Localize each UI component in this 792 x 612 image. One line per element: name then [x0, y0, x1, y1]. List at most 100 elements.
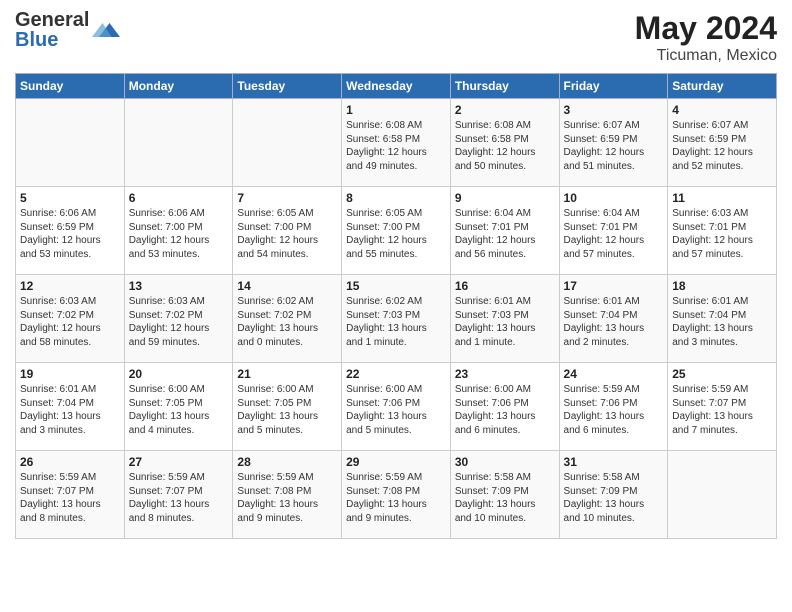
day-number: 28	[237, 455, 337, 469]
calendar-cell: 4 Sunrise: 6:07 AM Sunset: 6:59 PM Daylig…	[668, 99, 777, 187]
day-info: Sunrise: 6:06 AM Sunset: 6:59 PM Dayligh…	[20, 207, 120, 261]
logo-icon	[92, 16, 120, 44]
day-info: Sunrise: 6:02 AM Sunset: 7:03 PM Dayligh…	[346, 295, 446, 349]
calendar-cell: 9 Sunrise: 6:04 AM Sunset: 7:01 PM Daylig…	[450, 187, 559, 275]
day-number: 16	[455, 279, 555, 293]
calendar-cell	[16, 99, 125, 187]
day-info: Sunrise: 5:59 AM Sunset: 7:07 PM Dayligh…	[129, 471, 229, 525]
calendar-cell: 22 Sunrise: 6:00 AM Sunset: 7:06 PM Dayli…	[342, 363, 451, 451]
calendar-cell: 29 Sunrise: 5:59 AM Sunset: 7:08 PM Dayli…	[342, 451, 451, 539]
weekday-header-monday: Monday	[124, 74, 233, 99]
page-header: General Blue May 2024 Ticuman, Mexico	[15, 10, 777, 65]
calendar-cell: 15 Sunrise: 6:02 AM Sunset: 7:03 PM Dayli…	[342, 275, 451, 363]
calendar-cell: 12 Sunrise: 6:03 AM Sunset: 7:02 PM Dayli…	[16, 275, 125, 363]
day-number: 26	[20, 455, 120, 469]
day-number: 7	[237, 191, 337, 205]
day-number: 4	[672, 103, 772, 117]
calendar-week-row: 1Sunrise: 6:08 AM Sunset: 6:58 PM Daylig…	[16, 99, 777, 187]
day-info: Sunrise: 5:59 AM Sunset: 7:08 PM Dayligh…	[346, 471, 446, 525]
month-title: May 2024	[635, 10, 777, 47]
calendar-week-row: 19 Sunrise: 6:01 AM Sunset: 7:04 PM Dayli…	[16, 363, 777, 451]
calendar-cell	[668, 451, 777, 539]
calendar-cell: 25 Sunrise: 5:59 AM Sunset: 7:07 PM Dayli…	[668, 363, 777, 451]
day-number: 31	[564, 455, 664, 469]
day-info: Sunrise: 6:07 AM Sunset: 6:59 PM Dayligh…	[564, 119, 664, 173]
day-number: 5	[20, 191, 120, 205]
day-number: 29	[346, 455, 446, 469]
day-number: 13	[129, 279, 229, 293]
day-number: 20	[129, 367, 229, 381]
weekday-header-sunday: Sunday	[16, 74, 125, 99]
day-info: Sunrise: 6:08 AM Sunset: 6:58 PM Dayligh…	[455, 119, 555, 173]
day-number: 25	[672, 367, 772, 381]
day-info: Sunrise: 6:05 AM Sunset: 7:00 PM Dayligh…	[346, 207, 446, 261]
day-info: Sunrise: 5:58 AM Sunset: 7:09 PM Dayligh…	[455, 471, 555, 525]
day-number: 23	[455, 367, 555, 381]
day-info: Sunrise: 6:00 AM Sunset: 7:06 PM Dayligh…	[455, 383, 555, 437]
weekday-header-saturday: Saturday	[668, 74, 777, 99]
calendar-cell: 17Sunrise: 6:01 AM Sunset: 7:04 PM Dayli…	[559, 275, 668, 363]
day-info: Sunrise: 6:05 AM Sunset: 7:00 PM Dayligh…	[237, 207, 337, 261]
calendar-cell: 6 Sunrise: 6:06 AM Sunset: 7:00 PM Daylig…	[124, 187, 233, 275]
day-info: Sunrise: 6:02 AM Sunset: 7:02 PM Dayligh…	[237, 295, 337, 349]
day-info: Sunrise: 6:06 AM Sunset: 7:00 PM Dayligh…	[129, 207, 229, 261]
weekday-header-friday: Friday	[559, 74, 668, 99]
day-number: 21	[237, 367, 337, 381]
calendar-week-row: 5 Sunrise: 6:06 AM Sunset: 6:59 PM Daylig…	[16, 187, 777, 275]
calendar-week-row: 12 Sunrise: 6:03 AM Sunset: 7:02 PM Dayli…	[16, 275, 777, 363]
calendar-cell: 26 Sunrise: 5:59 AM Sunset: 7:07 PM Dayli…	[16, 451, 125, 539]
logo-text: General Blue	[15, 10, 89, 50]
day-info: Sunrise: 6:00 AM Sunset: 7:06 PM Dayligh…	[346, 383, 446, 437]
day-number: 8	[346, 191, 446, 205]
day-info: Sunrise: 5:59 AM Sunset: 7:07 PM Dayligh…	[20, 471, 120, 525]
day-info: Sunrise: 6:07 AM Sunset: 6:59 PM Dayligh…	[672, 119, 772, 173]
day-number: 10	[564, 191, 664, 205]
calendar-cell: 31 Sunrise: 5:58 AM Sunset: 7:09 PM Dayli…	[559, 451, 668, 539]
day-info: Sunrise: 6:04 AM Sunset: 7:01 PM Dayligh…	[564, 207, 664, 261]
calendar-cell: 14 Sunrise: 6:02 AM Sunset: 7:02 PM Dayli…	[233, 275, 342, 363]
day-info: Sunrise: 6:00 AM Sunset: 7:05 PM Dayligh…	[237, 383, 337, 437]
day-info: Sunrise: 5:58 AM Sunset: 7:09 PM Dayligh…	[564, 471, 664, 525]
day-info: Sunrise: 6:01 AM Sunset: 7:03 PM Dayligh…	[455, 295, 555, 349]
day-number: 27	[129, 455, 229, 469]
logo-line2: Blue	[15, 30, 89, 50]
day-number: 15	[346, 279, 446, 293]
day-number: 6	[129, 191, 229, 205]
day-info: Sunrise: 6:03 AM Sunset: 7:02 PM Dayligh…	[129, 295, 229, 349]
calendar-cell: 1Sunrise: 6:08 AM Sunset: 6:58 PM Daylig…	[342, 99, 451, 187]
calendar-cell: 19 Sunrise: 6:01 AM Sunset: 7:04 PM Dayli…	[16, 363, 125, 451]
day-number: 11	[672, 191, 772, 205]
day-info: Sunrise: 6:04 AM Sunset: 7:01 PM Dayligh…	[455, 207, 555, 261]
calendar-cell	[233, 99, 342, 187]
day-number: 22	[346, 367, 446, 381]
calendar-table: SundayMondayTuesdayWednesdayThursdayFrid…	[15, 73, 777, 539]
calendar-cell: 28 Sunrise: 5:59 AM Sunset: 7:08 PM Dayli…	[233, 451, 342, 539]
calendar-cell: 24Sunrise: 5:59 AM Sunset: 7:06 PM Dayli…	[559, 363, 668, 451]
day-number: 14	[237, 279, 337, 293]
calendar-cell: 11Sunrise: 6:03 AM Sunset: 7:01 PM Dayli…	[668, 187, 777, 275]
calendar-cell: 3Sunrise: 6:07 AM Sunset: 6:59 PM Daylig…	[559, 99, 668, 187]
weekday-header-tuesday: Tuesday	[233, 74, 342, 99]
weekday-header-row: SundayMondayTuesdayWednesdayThursdayFrid…	[16, 74, 777, 99]
day-number: 9	[455, 191, 555, 205]
location-subtitle: Ticuman, Mexico	[635, 47, 777, 65]
day-info: Sunrise: 5:59 AM Sunset: 7:07 PM Dayligh…	[672, 383, 772, 437]
day-number: 2	[455, 103, 555, 117]
day-info: Sunrise: 6:08 AM Sunset: 6:58 PM Dayligh…	[346, 119, 446, 173]
calendar-cell: 23 Sunrise: 6:00 AM Sunset: 7:06 PM Dayli…	[450, 363, 559, 451]
day-info: Sunrise: 6:03 AM Sunset: 7:02 PM Dayligh…	[20, 295, 120, 349]
day-number: 30	[455, 455, 555, 469]
calendar-cell: 27 Sunrise: 5:59 AM Sunset: 7:07 PM Dayli…	[124, 451, 233, 539]
day-info: Sunrise: 5:59 AM Sunset: 7:06 PM Dayligh…	[564, 383, 664, 437]
calendar-cell: 2 Sunrise: 6:08 AM Sunset: 6:58 PM Daylig…	[450, 99, 559, 187]
day-number: 19	[20, 367, 120, 381]
day-number: 18	[672, 279, 772, 293]
day-info: Sunrise: 5:59 AM Sunset: 7:08 PM Dayligh…	[237, 471, 337, 525]
calendar-week-row: 26 Sunrise: 5:59 AM Sunset: 7:07 PM Dayli…	[16, 451, 777, 539]
day-info: Sunrise: 6:01 AM Sunset: 7:04 PM Dayligh…	[20, 383, 120, 437]
calendar-cell: 7 Sunrise: 6:05 AM Sunset: 7:00 PM Daylig…	[233, 187, 342, 275]
calendar-cell: 18Sunrise: 6:01 AM Sunset: 7:04 PM Dayli…	[668, 275, 777, 363]
day-number: 12	[20, 279, 120, 293]
calendar-cell: 20Sunrise: 6:00 AM Sunset: 7:05 PM Dayli…	[124, 363, 233, 451]
title-block: May 2024 Ticuman, Mexico	[635, 10, 777, 65]
